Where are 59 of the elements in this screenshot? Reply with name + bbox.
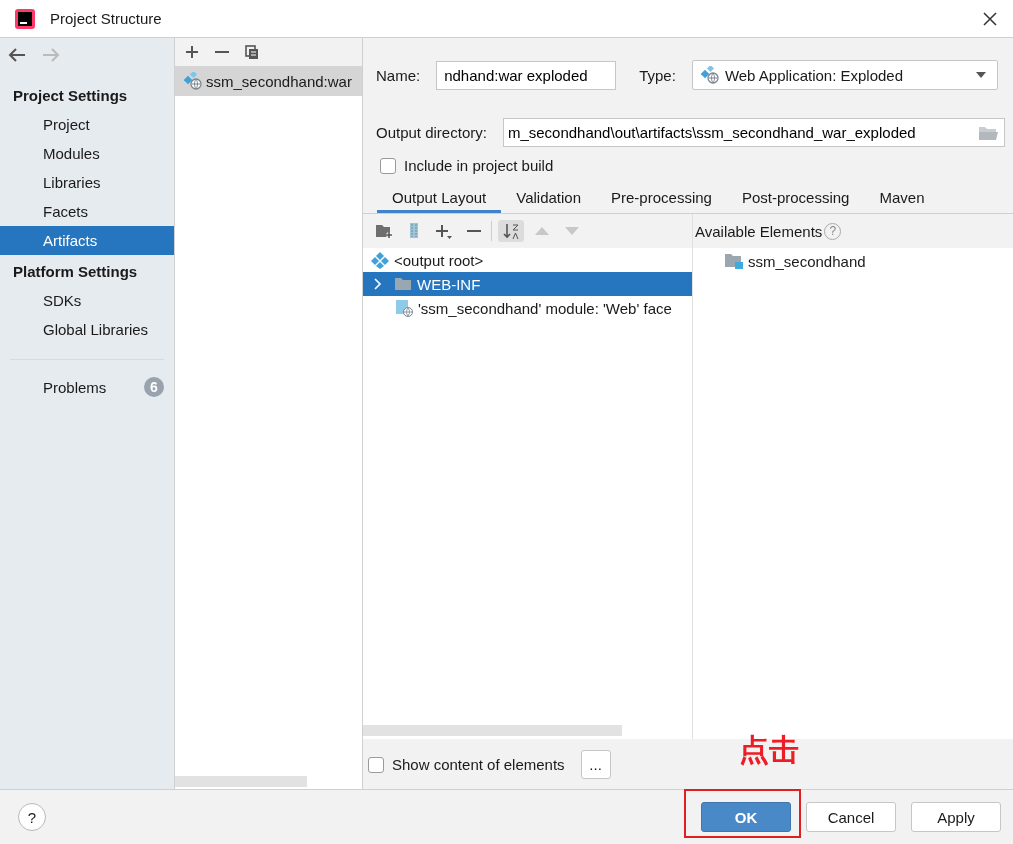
help-button[interactable]: ? bbox=[18, 803, 46, 831]
type-dropdown[interactable]: Web Application: Exploded bbox=[691, 60, 998, 90]
section-heading: Platform Settings bbox=[12, 262, 139, 282]
close-icon bbox=[983, 11, 997, 26]
sidebar-item[interactable]: Artifacts bbox=[0, 226, 174, 255]
copy-icon bbox=[245, 44, 259, 60]
available-element[interactable]: ssm_secondhand bbox=[693, 248, 1013, 274]
sidebar-item[interactable]: Project bbox=[0, 110, 174, 139]
add-icon bbox=[185, 44, 199, 60]
show-content-checkbox[interactable]: Show content of elements bbox=[368, 756, 565, 773]
diamonds-icon bbox=[371, 251, 389, 269]
output-directory-label: Output directory: bbox=[376, 124, 487, 141]
tab[interactable]: Pre-processing bbox=[596, 188, 727, 213]
section-heading: Project Settings bbox=[12, 86, 129, 106]
artifact-item[interactable]: ssm_secondhand:war bbox=[175, 66, 362, 96]
scrollbar[interactable] bbox=[363, 725, 622, 736]
module-folder-icon bbox=[724, 252, 744, 270]
dropdown-caret-icon bbox=[974, 71, 987, 79]
folder-icon bbox=[394, 275, 412, 293]
output-directory-field[interactable]: m_secondhand\out\artifacts\ssm_secondhand_war_exploded bbox=[502, 118, 1005, 147]
web-facet-icon bbox=[395, 299, 413, 317]
tab[interactable]: Validation bbox=[501, 188, 596, 213]
annotation-text: 点击 bbox=[739, 732, 799, 768]
sidebar-item[interactable]: Libraries bbox=[0, 168, 174, 197]
tree-item[interactable]: <output root> bbox=[363, 248, 692, 272]
include-in-build-checkbox[interactable]: Include in project build bbox=[380, 157, 554, 174]
tab[interactable]: Post-processing bbox=[726, 188, 865, 213]
type-label: Type: bbox=[639, 66, 676, 84]
count-badge: 6 bbox=[144, 377, 164, 397]
new-folder-icon bbox=[375, 222, 393, 240]
tree-item[interactable]: 'ssm_secondhand' module: 'Web' face bbox=[363, 296, 692, 320]
sort-button[interactable] bbox=[498, 220, 524, 242]
scrollbar[interactable] bbox=[175, 776, 307, 787]
archive-icon bbox=[407, 222, 421, 240]
folder-icon bbox=[978, 124, 998, 141]
problems-item[interactable]: Problems bbox=[43, 378, 144, 396]
dialog-button[interactable]: OK bbox=[701, 802, 791, 832]
available-elements-label: Available Elements bbox=[695, 222, 823, 240]
artifact-name: ssm_secondhand:war bbox=[206, 72, 352, 90]
more-button[interactable]: ... bbox=[580, 750, 611, 779]
sort-icon bbox=[502, 222, 520, 240]
web-artifact-icon bbox=[184, 72, 202, 90]
dialog-button[interactable]: Cancel bbox=[806, 802, 896, 832]
sidebar-item[interactable]: SDKs bbox=[0, 286, 174, 315]
tree-item[interactable]: WEB-INF bbox=[363, 272, 692, 296]
sidebar-item[interactable]: Facets bbox=[0, 197, 174, 226]
up-triangle-icon bbox=[534, 226, 550, 236]
window-title: Project Structure bbox=[50, 10, 162, 27]
dialog-button[interactable]: Apply bbox=[911, 802, 1001, 832]
sidebar-item[interactable]: Global Libraries bbox=[0, 315, 174, 344]
app-logo-icon bbox=[14, 7, 36, 30]
add-icon bbox=[435, 222, 453, 240]
name-field[interactable]: ndhand:war exploded bbox=[436, 60, 617, 90]
sidebar-item[interactable]: Modules bbox=[0, 139, 174, 168]
down-triangle-icon bbox=[564, 226, 580, 236]
tab[interactable]: Maven bbox=[864, 188, 940, 213]
name-label: Name: bbox=[376, 66, 421, 84]
tab[interactable]: Output Layout bbox=[377, 188, 502, 213]
web-artifact-icon bbox=[700, 66, 719, 84]
